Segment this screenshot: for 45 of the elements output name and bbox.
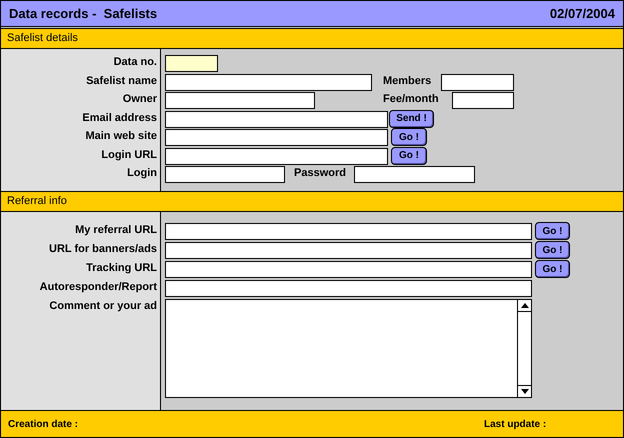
text-field[interactable] [165,223,532,240]
section-title: Referral info [7,194,67,210]
text-field[interactable] [165,261,532,278]
field-label: My referral URL [74,223,158,238]
text-field[interactable] [165,242,532,259]
down-arrow-icon [520,389,528,394]
creation-date-label: Creation date : [8,418,80,432]
field-label: Login URL [100,148,158,162]
field-label: Data no. [112,55,158,70]
text-field[interactable] [165,166,285,183]
field-label: URL for banners/ads [48,242,158,257]
text-field[interactable] [165,92,315,109]
field-label: Fee/month [383,92,440,106]
up-arrow-icon [520,303,528,308]
text-field[interactable] [165,55,218,72]
field-label: Safelist name [85,74,158,88]
text-field[interactable] [165,129,388,146]
field-label: Main web site [84,129,158,144]
action-button[interactable]: Go ! [535,222,570,240]
text-field[interactable] [165,280,532,297]
field-label: Members [383,74,432,88]
text-field[interactable] [165,148,388,164]
action-button[interactable]: Go ! [391,128,427,146]
text-field[interactable] [165,74,372,90]
window-title: Data records - Safelists [9,4,158,23]
section-title: Safelist details [7,31,78,46]
action-button[interactable]: Go ! [535,241,570,259]
field-label: Comment or your ad [48,299,158,314]
field-label: Login [126,166,158,181]
field-label: Owner [122,92,158,107]
action-button[interactable]: Go ! [535,260,570,278]
action-button[interactable]: Send ! [389,110,434,128]
text-field[interactable] [452,92,514,109]
scrollbar[interactable] [517,300,531,397]
date-text: 02/07/2004 [550,4,615,23]
field-label: Autoresponder/Report [38,280,158,295]
last-update-label: Last update : [484,418,546,432]
comment-field[interactable] [165,299,532,398]
text-field[interactable] [165,110,388,128]
field-label: Tracking URL [85,261,158,276]
text-field[interactable] [354,166,475,183]
action-button[interactable]: Go ! [391,146,427,164]
field-label: Password [294,166,347,180]
field-label: Email address [81,110,158,126]
text-field[interactable] [441,74,514,90]
